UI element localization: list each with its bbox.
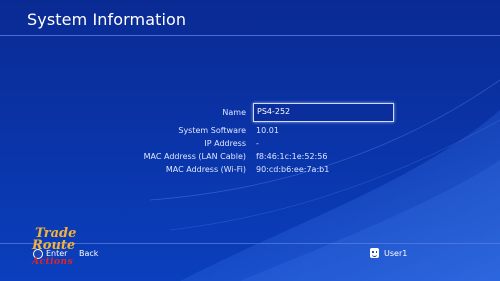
- info-row: MAC Address (Wi-Fi) 90:cd:b6:ee:7a:b1: [0, 164, 500, 178]
- mac-lan-value: f8:46:1c:1e:52:56: [256, 152, 328, 161]
- info-row: System Software 10.01: [0, 125, 500, 139]
- mac-wifi-label: MAC Address (Wi-Fi): [165, 165, 246, 174]
- user-avatar-icon: [370, 248, 379, 258]
- system-software-value: 10.01: [256, 126, 279, 135]
- mac-lan-label: MAC Address (LAN Cable): [143, 152, 246, 161]
- ip-address-value: -: [256, 139, 259, 148]
- back-label: Back: [79, 249, 99, 258]
- info-row: MAC Address (LAN Cable) f8:46:1c:1e:52:5…: [0, 151, 500, 165]
- system-software-label: System Software: [178, 126, 246, 135]
- ip-address-label: IP Address: [204, 139, 246, 148]
- page-title: System Information: [27, 10, 187, 29]
- user-name: User1: [384, 249, 408, 258]
- name-field[interactable]: PS4-252: [253, 103, 394, 122]
- watermark-line3: Actions: [32, 257, 74, 267]
- info-row: IP Address -: [0, 138, 500, 152]
- name-value: PS4-252: [257, 107, 291, 116]
- name-label: Name: [222, 108, 246, 117]
- mac-wifi-value: 90:cd:b6:ee:7a:b1: [256, 165, 330, 174]
- watermark-line2: Route: [32, 238, 76, 253]
- name-row: Name: [0, 107, 500, 121]
- header-divider: [0, 35, 500, 36]
- watermark-logo: Trade Route Actions: [29, 227, 81, 273]
